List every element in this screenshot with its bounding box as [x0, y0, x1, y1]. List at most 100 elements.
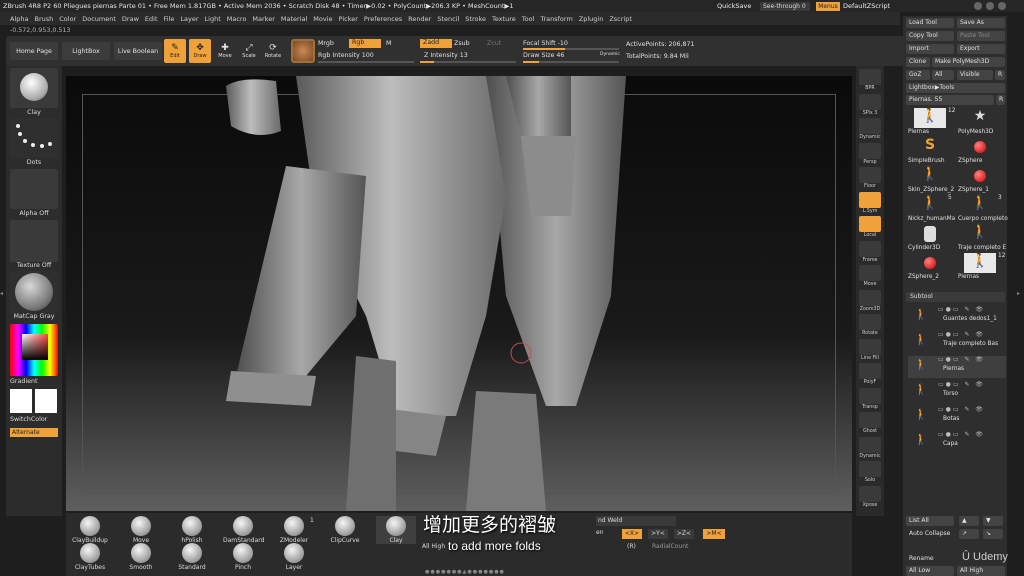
all-low-button[interactable]: All Low	[906, 566, 954, 576]
menu-item-material[interactable]: Material	[281, 15, 307, 23]
subtool-item[interactable]: 🚶 ▭●▭ ✎ 👁 Guantes dedos1_1	[908, 306, 1006, 328]
shelf-button-floor[interactable]	[859, 167, 881, 183]
radial-r-button[interactable]: (R)	[627, 543, 636, 550]
menu-item-document[interactable]: Document	[82, 15, 116, 23]
radial-count-slider[interactable]: RadialCount	[652, 543, 688, 550]
shelf-button-xpose[interactable]	[859, 485, 881, 502]
lightbox-tools-button[interactable]: Lightbox▶Tools	[906, 83, 1005, 93]
brush-clay[interactable]: Clay	[376, 516, 416, 544]
window-dot-icon[interactable]	[974, 2, 982, 10]
material-swatch[interactable]	[291, 39, 315, 63]
rename-button[interactable]: Rename	[906, 554, 954, 564]
color-square[interactable]	[22, 334, 48, 360]
menu-item-draw[interactable]: Draw	[122, 15, 139, 23]
subtool-controls[interactable]: ▭●▭ ✎ 👁	[938, 331, 985, 338]
all-high-bottom-button[interactable]: All High	[422, 543, 445, 550]
brush-standard[interactable]: Standard	[172, 543, 212, 571]
shelf-button-ghost[interactable]	[859, 412, 881, 428]
rgb-button[interactable]: Rgb	[349, 39, 381, 48]
brush-damstandard[interactable]: DamStandard	[223, 516, 264, 544]
switchcolor-button[interactable]: SwitchColor	[10, 416, 66, 423]
shelf-button-transp[interactable]	[859, 387, 881, 404]
all-high-button[interactable]: All High	[957, 566, 1005, 576]
seethrough-slider[interactable]: See-through 0	[760, 2, 810, 11]
make-polymesh-button[interactable]: Make PolyMesh3D	[932, 57, 1005, 67]
tool-thumbnail[interactable]: S	[914, 137, 946, 157]
collapse-down-button[interactable]: ↘	[983, 529, 1003, 539]
shelf-button-frame[interactable]	[859, 240, 881, 257]
shelf-button-local[interactable]	[859, 216, 881, 232]
menu-item-color[interactable]: Color	[59, 15, 76, 23]
shelf-button-dynamic[interactable]	[859, 436, 881, 453]
m-button[interactable]: M	[386, 40, 391, 47]
move-up-button[interactable]: ▲	[959, 516, 979, 526]
tool-thumbnail[interactable]: ★	[964, 108, 996, 128]
subtool-item[interactable]: 🚶 ▭●▭ ✎ 👁 Capa	[908, 431, 1006, 453]
tool-slider[interactable]: Piernas. 55	[906, 95, 994, 105]
brush-layer[interactable]: Layer	[274, 543, 314, 571]
home-page-button[interactable]: Home Page	[10, 42, 58, 60]
paste-tool-button[interactable]: Paste Tool	[957, 31, 1005, 41]
menu-item-preferences[interactable]: Preferences	[364, 15, 402, 23]
window-dot-icon[interactable]	[998, 2, 1006, 10]
zsub-button[interactable]: Zsub	[454, 40, 470, 47]
shelf-button-l-sym[interactable]	[859, 191, 881, 208]
bottom-tray-handle[interactable]: ●●●●●●●▲●●●●●●●	[425, 569, 504, 575]
shelf-button-move[interactable]	[859, 265, 881, 281]
zcut-button[interactable]: Zcut	[487, 40, 501, 47]
tool-thumbnail[interactable]	[914, 224, 946, 244]
left-tray-arrow-icon[interactable]: ◂	[0, 290, 5, 304]
x-symmetry-button[interactable]: <X>	[622, 529, 642, 539]
menu-item-layer[interactable]: Layer	[180, 15, 198, 23]
tool-thumbnail[interactable]: 🚶	[914, 166, 946, 186]
tool-thumbnail[interactable]: 🚶	[964, 224, 996, 244]
tool-thumbnail[interactable]: 🚶	[914, 195, 946, 215]
menu-item-movie[interactable]: Movie	[313, 15, 332, 23]
menu-item-stroke[interactable]: Stroke	[465, 15, 486, 23]
auto-collapse-button[interactable]: Auto Collapse	[906, 529, 954, 539]
r-button[interactable]: R	[995, 70, 1005, 80]
m-symmetry-button[interactable]: >M<	[703, 529, 725, 539]
subtool-controls[interactable]: ▭●▭ ✎ 👁	[938, 406, 985, 413]
clone-button[interactable]: Clone	[906, 57, 930, 67]
brush-claytubes[interactable]: ClayTubes	[70, 543, 110, 571]
subtool-item[interactable]: 🚶 ▭●▭ ✎ 👁 Botas	[908, 406, 1006, 428]
material-picker[interactable]	[10, 271, 58, 313]
shelf-button-spix-3[interactable]	[859, 93, 881, 110]
shelf-button-polyf[interactable]	[859, 363, 881, 379]
menu-item-stencil[interactable]: Stencil	[437, 15, 459, 23]
tool-thumbnail[interactable]: 🚶	[914, 108, 946, 128]
subtool-controls[interactable]: ▭●▭ ✎ 👁	[938, 306, 985, 313]
subtool-controls[interactable]: ▭●▭ ✎ 👁	[938, 381, 985, 388]
menu-item-file[interactable]: File	[164, 15, 175, 23]
alpha-picker[interactable]	[10, 169, 58, 209]
main-color-swatch[interactable]	[10, 389, 32, 413]
subtool-controls[interactable]: ▭●▭ ✎ 👁	[938, 356, 985, 363]
save-as-button[interactable]: Save As	[957, 18, 1005, 28]
load-tool-button[interactable]: Load Tool	[906, 18, 954, 28]
import-button[interactable]: Import	[906, 44, 954, 54]
menu-item-texture[interactable]: Texture	[492, 15, 516, 23]
tool-thumbnail[interactable]	[964, 166, 996, 186]
collapse-up-button[interactable]: ↗	[959, 529, 979, 539]
menu-item-brush[interactable]: Brush	[34, 15, 53, 23]
texture-picker[interactable]	[10, 220, 58, 262]
menu-item-zplugin[interactable]: Zplugin	[579, 15, 604, 23]
menus-button[interactable]: Menus	[816, 2, 840, 11]
brush-pinch[interactable]: Pinch	[223, 543, 263, 571]
copy-tool-button[interactable]: Copy Tool	[906, 31, 954, 41]
menu-item-zscript[interactable]: Zscript	[609, 15, 632, 23]
menu-item-transform[interactable]: Transform	[540, 15, 572, 23]
menu-item-macro[interactable]: Macro	[227, 15, 247, 23]
brush-hpolish[interactable]: hPolish	[172, 516, 212, 544]
alternate-button[interactable]: Alternate	[10, 428, 58, 437]
all-button[interactable]: All	[932, 70, 954, 80]
tool-thumbnail[interactable]: 🚶	[964, 253, 996, 273]
dynamic-button[interactable]: Dynamic	[600, 52, 620, 57]
scale-mode-button[interactable]: ⤢ Scale	[238, 39, 260, 63]
menu-item-render[interactable]: Render	[408, 15, 431, 23]
menu-item-light[interactable]: Light	[205, 15, 221, 23]
menu-item-picker[interactable]: Picker	[339, 15, 358, 23]
default-zscript-button[interactable]: DefaultZScript	[843, 2, 890, 10]
shelf-button-bpr[interactable]	[859, 69, 881, 85]
